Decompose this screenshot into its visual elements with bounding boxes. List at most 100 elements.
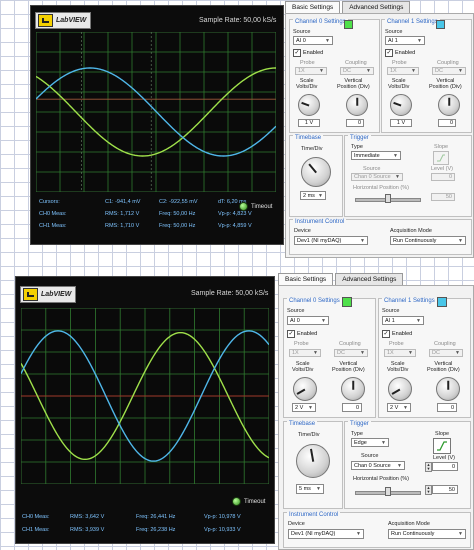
- bottom-ch0-coupling-select[interactable]: DC ▼: [334, 349, 368, 357]
- top-panel: LabVIEW Sample Rate: 50,00 kS/s Cursors:…: [0, 0, 474, 262]
- top-ch1-coupling-label: Coupling: [437, 60, 459, 66]
- bottom-timebase-title: Timebase: [287, 421, 318, 427]
- top-timebase-knob[interactable]: [301, 157, 331, 187]
- bottom-trigger-source-select[interactable]: Chan 0 Source ▼: [351, 461, 405, 470]
- bottom-ch0-pos-value[interactable]: 0: [342, 403, 362, 412]
- bottom-acq-mode-select[interactable]: Run Continuously ▼: [388, 529, 466, 539]
- bottom-timebase-group: Timebase Time/Div 5 ms ▼: [283, 421, 343, 509]
- top-ch0-meas-label: CH0 Meas:: [39, 211, 67, 217]
- bottom-ch1-enabled-checkbox[interactable]: ✓ Enabled: [382, 330, 412, 338]
- top-ch1-scale-knob[interactable]: [390, 94, 412, 116]
- top-acq-mode-select[interactable]: Run Continuously ▼: [390, 236, 466, 245]
- top-timeout-indicator: Timeout: [239, 202, 272, 211]
- top-tab-basic-settings[interactable]: Basic Settings: [285, 1, 341, 13]
- top-trigger-level-label: Level (V): [431, 166, 454, 172]
- top-ch0-probe-label: Probe: [300, 60, 315, 66]
- top-trigger-source-select[interactable]: Chan 0 Source ▼: [351, 173, 403, 181]
- top-ch0-scale-value[interactable]: 1 V: [298, 119, 320, 127]
- top-ch1-enabled-checkbox[interactable]: ✓ Enabled: [385, 49, 415, 57]
- top-trigger-hpos-label: Horizontal Position (%): [353, 185, 409, 191]
- top-ch1-source-select[interactable]: AI 1 ▼: [385, 36, 425, 45]
- bottom-trigger-hpos-thumb[interactable]: [385, 487, 391, 496]
- top-ch0-scale-label: Scale Volts/Div: [296, 78, 318, 90]
- top-ch1-pos-knob[interactable]: [438, 94, 460, 116]
- bottom-waveform-graph[interactable]: [21, 308, 269, 484]
- bottom-ch1-pos-knob[interactable]: [436, 377, 460, 401]
- top-ch0-coupling-select[interactable]: DC ▼: [340, 67, 374, 75]
- top-trigger-hpos-thumb[interactable]: [385, 194, 391, 203]
- top-ch1-pos-value[interactable]: 0: [438, 119, 456, 127]
- bottom-ch1-scale-label: Scale Volts/Div: [387, 361, 409, 373]
- rising-edge-icon: [437, 441, 447, 451]
- top-ch1-scale-label: Scale Volts/Div: [388, 78, 410, 90]
- bottom-ch0-probe-select[interactable]: 1X ▼: [289, 349, 321, 357]
- top-ch0-enabled-checkbox[interactable]: ✓ Enabled: [293, 49, 323, 57]
- bottom-ch1-scale-value[interactable]: 2 V ▼: [387, 403, 411, 412]
- top-ch1-coupling-select[interactable]: DC ▼: [432, 67, 466, 75]
- top-timebase-group: Timebase Time/Div 2 ms ▼: [289, 135, 343, 217]
- top-ch0-pos-knob[interactable]: [346, 94, 368, 116]
- bottom-trigger-hpos-spinner[interactable]: ▲ ▼: [425, 485, 432, 495]
- bottom-ch1-pos-value[interactable]: 0: [437, 403, 457, 412]
- top-timebase-value[interactable]: 2 ms ▼: [300, 191, 326, 200]
- top-ch0-color-swatch: [344, 20, 353, 29]
- bottom-ch1-coupling-label: Coupling: [434, 341, 456, 347]
- bottom-ch0-rms: RMS: 3,642 V: [70, 514, 105, 520]
- bottom-ch0-freq: Freq: 26,441 Hz: [136, 514, 176, 520]
- top-ch0-pos-value[interactable]: 0: [346, 119, 364, 127]
- top-device-select[interactable]: Dev1 (NI myDAQ) ▼: [294, 236, 368, 245]
- bottom-ch0-pos-knob[interactable]: [341, 377, 365, 401]
- bottom-tab-advanced-settings[interactable]: Advanced Settings: [335, 273, 404, 285]
- top-tab-advanced-settings[interactable]: Advanced Settings: [342, 1, 411, 13]
- bottom-timebase-value[interactable]: 5 ms ▼: [296, 484, 324, 494]
- top-instrument-group: Instrument Control Device Dev1 (NI myDAQ…: [289, 219, 472, 255]
- top-ch0-source-select[interactable]: AI 0 ▼: [293, 36, 333, 45]
- bottom-trigger-source-label: Source: [361, 453, 379, 459]
- top-trigger-level-value[interactable]: 0: [431, 173, 455, 181]
- top-ch1-probe-select[interactable]: 1X ▼: [387, 67, 419, 75]
- bottom-ch0-source-select[interactable]: AI 0 ▼: [287, 316, 329, 325]
- bottom-ch0-probe-label: Probe: [294, 341, 309, 347]
- bottom-settings-panel: Channel 0 Settings Source AI 0 ▼ ✓ Enabled…: [278, 285, 474, 550]
- bottom-trigger-hpos-value[interactable]: 50: [432, 485, 458, 494]
- bottom-ch0-scale-value[interactable]: 2 V ▼: [292, 403, 316, 412]
- bottom-ch1-source-select[interactable]: AI 1 ▼: [382, 316, 424, 325]
- bottom-ch0-title: Channel 0 Settings: [287, 298, 342, 304]
- bottom-trigger-level-value[interactable]: 0: [432, 462, 458, 471]
- dropdown-arrow-icon: ▼: [325, 37, 330, 44]
- checkmark-icon: ✓: [382, 330, 390, 338]
- bottom-ch1-probe-select[interactable]: 1X ▼: [384, 349, 416, 357]
- top-trigger-hpos-value[interactable]: 50: [431, 193, 455, 201]
- bottom-instrument-group: Instrument Control Device Dev1 (NI myDAQ…: [283, 512, 471, 548]
- top-waveform-graph[interactable]: [36, 32, 276, 192]
- bottom-trigger-type-select[interactable]: Edge ▼: [351, 438, 389, 447]
- bottom-trigger-hpos-label: Horizontal Position (%): [353, 476, 409, 482]
- bottom-ch0-source-label: Source: [287, 308, 305, 314]
- bottom-trigger-title: Trigger: [348, 421, 371, 427]
- bottom-ch0-enabled-checkbox[interactable]: ✓ Enabled: [287, 330, 317, 338]
- bottom-device-select[interactable]: Dev1 (NI myDAQ) ▼: [288, 529, 364, 539]
- bottom-timebase-label: Time/Div: [298, 432, 320, 438]
- bottom-trigger-level-spinner[interactable]: ▲ ▼: [425, 462, 432, 472]
- top-sample-rate: Sample Rate: 50,00 kS/s: [199, 17, 277, 24]
- labview-logo-icon: [38, 14, 53, 27]
- top-ch0-freq: Freq: 50,00 Hz: [159, 211, 196, 217]
- bottom-ch0-scale-knob[interactable]: [293, 377, 317, 401]
- bottom-trigger-slope-button[interactable]: [433, 438, 451, 454]
- top-cursor-c2: C2: -922,55 mV: [159, 199, 198, 205]
- bottom-ch1-coupling-select[interactable]: DC ▼: [429, 349, 463, 357]
- bottom-timeout-indicator: Timeout: [232, 497, 265, 506]
- bottom-ch1-freq: Freq: 26,238 Hz: [136, 527, 176, 533]
- timeout-led-icon: [232, 497, 241, 506]
- top-trigger-slope-button[interactable]: [433, 151, 449, 165]
- top-ch0-probe-select[interactable]: 1X ▼: [295, 67, 327, 75]
- bottom-timebase-knob[interactable]: [296, 444, 330, 478]
- top-ch1-scale-value[interactable]: 1 V: [390, 119, 412, 127]
- bottom-tab-basic-settings[interactable]: Basic Settings: [278, 273, 334, 285]
- top-trigger-type-select[interactable]: Immediate ▼: [351, 151, 401, 160]
- top-ch0-scale-knob[interactable]: [298, 94, 320, 116]
- bottom-ch0-pos-label: Vertical Position (Div): [332, 361, 365, 373]
- bottom-ch1-scale-knob[interactable]: [388, 377, 412, 401]
- bottom-panel: LabVIEW Sample Rate: 50,00 kS/s Timeout …: [0, 264, 474, 550]
- top-channel-0-group: Channel 0 Settings Source AI 0 ▼ ✓ Enabled…: [289, 19, 380, 133]
